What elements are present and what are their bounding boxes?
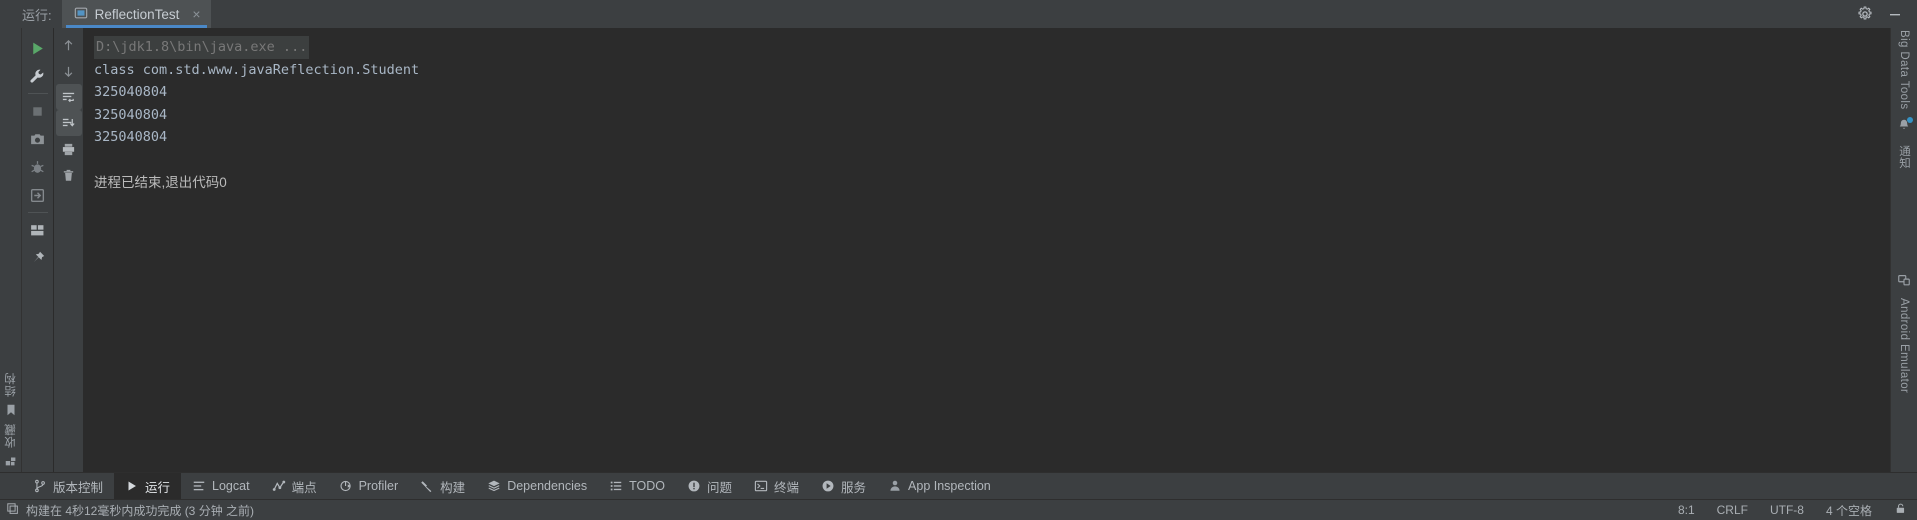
main-content-row: 结构 收藏 D:\jdk1.8\bin\java.exe ... class c… (0, 28, 1917, 472)
lock-icon[interactable] (1894, 502, 1907, 518)
gear-icon[interactable] (1857, 6, 1873, 22)
screenshot-button[interactable] (24, 125, 52, 153)
toolwindow-profiler[interactable]: Profiler (328, 473, 410, 499)
run-toolwindow-header: 运行: ReflectionTest × (0, 0, 1917, 28)
console-line-command: D:\jdk1.8\bin\java.exe ... (94, 36, 310, 59)
toolwindow-label: TODO (629, 479, 665, 493)
toolwindow-label: 问题 (707, 480, 733, 495)
prev-occurrence-button[interactable] (56, 32, 82, 58)
android-emulator-icon[interactable] (1897, 273, 1911, 292)
logcat-icon (192, 479, 206, 493)
stripe-button-structure-label[interactable]: 结构 (3, 372, 19, 397)
left-toolwindow-stripe: 结构 收藏 (0, 28, 22, 472)
toolwindow-label: 服务 (841, 480, 867, 495)
console-line: class com.std.www.javaReflection.Student (94, 61, 420, 78)
toolwindow-run[interactable]: 运行 (114, 473, 182, 499)
toolwindow-services[interactable]: 服务 (810, 473, 877, 499)
toolwindow-build[interactable]: 构建 (409, 473, 476, 499)
file-encoding[interactable]: UTF-8 (1770, 503, 1804, 517)
toolwindow-app-inspection[interactable]: App Inspection (877, 473, 1002, 499)
toolwindow-label: 端点 (291, 480, 317, 495)
services-icon (821, 479, 835, 493)
terminal-icon (754, 479, 768, 493)
console-scrollbar[interactable] (1880, 28, 1890, 472)
right-toolwindow-stripe: Big Data Tools 通知 Android Emulator (1890, 28, 1917, 472)
console-line: 325040804 (94, 106, 168, 123)
toolwindow-version-control[interactable]: 版本控制 (22, 473, 114, 499)
build-status-message[interactable]: 构建在 4秒12毫秒内成功完成 (3 分钟 之前) (26, 502, 254, 519)
toolwindow-label: Profiler (358, 479, 399, 493)
toolwindow-label: App Inspection (908, 479, 991, 493)
profiler-icon (339, 479, 353, 493)
pin-tab-button[interactable] (24, 244, 52, 272)
favorites-icon[interactable] (4, 454, 18, 468)
toolwindow-label: Logcat (212, 479, 250, 493)
toolwindow-terminal[interactable]: 终端 (743, 473, 810, 499)
status-bar-left: 构建在 4秒12毫秒内成功完成 (3 分钟 之前) (6, 502, 254, 519)
toolwindow-label: 版本控制 (53, 480, 104, 495)
console-line-exit-message: 进程已结束,退出代码0 (94, 174, 227, 190)
run-tool-window: 运行: ReflectionTest × 结构 收藏 D:\jdk1.8\bin… (0, 0, 1917, 520)
bookmark-icon[interactable] (4, 403, 18, 417)
toolwindow-endpoints[interactable]: 端点 (261, 473, 328, 499)
endpoints-icon (272, 479, 286, 493)
run-actions-toolbar (22, 28, 54, 472)
run-tab-label: ReflectionTest (94, 6, 180, 22)
build-status-icon[interactable] (6, 502, 19, 518)
edit-configurations-button[interactable] (24, 62, 52, 90)
toolwindow-label: 终端 (774, 480, 800, 495)
notification-badge (1907, 116, 1913, 123)
window-controls (1857, 0, 1917, 28)
toolbar-separator-2 (27, 212, 48, 213)
stripe-button-favorites-label[interactable]: 收藏 (3, 423, 19, 448)
stripe-button-notifications-label[interactable]: 通知 (1896, 145, 1912, 169)
toolwindow-label: 构建 (440, 480, 466, 495)
clear-all-button[interactable] (56, 162, 82, 188)
stop-button[interactable] (24, 97, 52, 125)
scroll-to-end-button[interactable] (55, 110, 82, 136)
run-header-label: 运行: (22, 7, 52, 23)
header-spacer (211, 0, 1857, 28)
indent-setting[interactable]: 4 个空格 (1826, 502, 1872, 519)
stripe-button-big-data-tools-label[interactable]: Big Data Tools (1898, 30, 1910, 110)
attach-debugger-button[interactable] (24, 181, 52, 209)
toolwindow-label: 运行 (145, 480, 171, 495)
toolwindow-label: Dependencies (507, 479, 588, 493)
print-button[interactable] (56, 136, 82, 162)
status-bar-right: 8:1 CRLF UTF-8 4 个空格 (1678, 502, 1907, 519)
debug-button[interactable] (24, 153, 52, 181)
console-line: 325040804 (94, 84, 168, 101)
hammer-icon (420, 479, 434, 493)
layers-icon (487, 479, 501, 493)
bottom-toolwindow-stripe: 版本控制 运行 Logcat 端点 Profiler 构建 Dependenci… (0, 472, 1917, 499)
console-line: 325040804 (94, 129, 168, 146)
toolwindow-todo[interactable]: TODO (598, 473, 676, 499)
soft-wrap-button[interactable] (55, 84, 82, 110)
warning-icon (687, 479, 701, 493)
toolbar-separator (27, 93, 48, 94)
status-bar: 构建在 4秒12毫秒内成功完成 (3 分钟 之前) 8:1 CRLF UTF-8… (0, 499, 1917, 520)
play-icon (125, 479, 139, 493)
toolwindow-problems[interactable]: 问题 (676, 473, 743, 499)
run-tab-reflectiontest[interactable]: ReflectionTest × (61, 0, 211, 28)
notifications-icon[interactable] (1897, 116, 1913, 137)
line-separator[interactable]: CRLF (1717, 503, 1748, 517)
inspection-icon (888, 479, 902, 493)
stripe-button-android-emulator-label[interactable]: Android Emulator (1898, 298, 1910, 393)
todo-list-icon (609, 479, 623, 493)
rerun-button[interactable] (24, 34, 52, 62)
console-output[interactable]: D:\jdk1.8\bin\java.exe ... class com.std… (84, 28, 1890, 472)
branch-icon (33, 479, 47, 493)
toolwindow-logcat[interactable]: Logcat (181, 473, 261, 499)
next-occurrence-button[interactable] (56, 58, 82, 84)
layout-settings-button[interactable] (24, 216, 52, 244)
caret-position[interactable]: 8:1 (1678, 503, 1695, 517)
run-configuration-icon (74, 6, 88, 23)
console-actions-toolbar (54, 28, 84, 472)
minimize-icon[interactable] (1887, 6, 1903, 22)
close-icon[interactable]: × (192, 7, 200, 21)
toolwindow-dependencies[interactable]: Dependencies (476, 473, 598, 499)
